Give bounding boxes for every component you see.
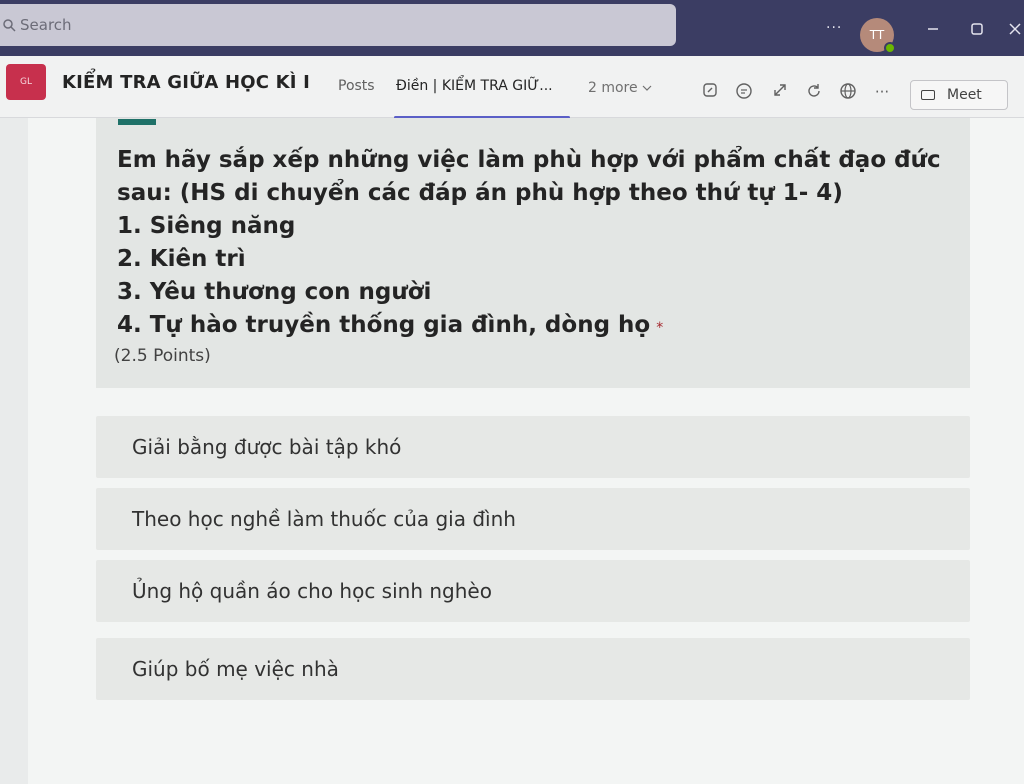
meet-button[interactable]: Meet (910, 80, 1008, 110)
more-options-button[interactable]: ··· (826, 20, 842, 36)
more-actions-button[interactable]: ··· (872, 82, 892, 102)
team-title: KIỂM TRA GIỮA HỌC KÌ I (62, 72, 311, 93)
refresh-icon[interactable] (804, 82, 824, 102)
title-bar: Search ··· TT (0, 0, 1024, 56)
chevron-down-icon (642, 85, 652, 91)
search-input[interactable]: Search (0, 4, 676, 46)
question-text: Em hãy sắp xếp những việc làm phù hợp vớ… (117, 144, 941, 345)
search-placeholder: Search (20, 16, 72, 34)
question-points: (2.5 Points) (114, 346, 211, 366)
conversation-icon[interactable] (734, 82, 754, 102)
question-line: 2. Kiên trì (117, 246, 246, 272)
video-camera-icon (921, 90, 935, 100)
question-line: sau: (HS di chuyển các đáp án phù hợp th… (117, 180, 843, 206)
more-tabs-label: 2 more (588, 80, 638, 96)
tab-more[interactable]: 2 more (588, 80, 652, 96)
close-icon (1009, 23, 1021, 35)
ranking-option[interactable]: Ủng hộ quần áo cho học sinh nghèo (96, 560, 970, 622)
minimize-button[interactable] (922, 22, 944, 42)
question-accent-bar (118, 119, 156, 125)
meet-label: Meet (947, 87, 982, 103)
option-label: Ủng hộ quần áo cho học sinh nghèo (132, 579, 492, 603)
ranking-option[interactable]: Giúp bố mẹ việc nhà (96, 638, 970, 700)
presence-status-icon (884, 42, 896, 54)
question-line: 3. Yêu thương con người (117, 279, 432, 305)
ranking-option[interactable]: Theo học nghề làm thuốc của gia đình (96, 488, 970, 550)
team-avatar[interactable]: GL (6, 64, 46, 100)
option-label: Giúp bố mẹ việc nhà (132, 657, 339, 681)
close-button[interactable] (1004, 22, 1024, 42)
required-mark: * (656, 320, 664, 336)
question-line: 4. Tự hào truyền thống gia đình, dòng họ (117, 312, 651, 338)
maximize-button[interactable] (966, 22, 988, 42)
globe-icon[interactable] (838, 82, 858, 102)
question-line: 1. Siêng năng (117, 213, 296, 239)
avatar-initials: TT (869, 28, 885, 42)
tab-posts[interactable]: Posts (338, 78, 375, 94)
avatar[interactable]: TT (860, 18, 896, 54)
channel-header: GL KIỂM TRA GIỮA HỌC KÌ I Posts Điền | K… (0, 56, 1024, 119)
minimize-icon (928, 28, 938, 30)
question-line: Em hãy sắp xếp những việc làm phù hợp vớ… (117, 147, 941, 173)
popout-icon[interactable] (700, 82, 720, 102)
option-label: Theo học nghề làm thuốc của gia đình (132, 507, 516, 531)
tab-form[interactable]: Điền | KIỂM TRA GIỮ... (396, 78, 553, 94)
search-icon (3, 19, 16, 32)
option-label: Giải bằng được bài tập khó (132, 435, 402, 459)
maximize-icon (971, 23, 983, 35)
question-line-last: 4. Tự hào truyền thống gia đình, dòng họ… (117, 309, 937, 345)
expand-icon[interactable] (770, 82, 790, 102)
ranking-option[interactable]: Giải bằng được bài tập khó (96, 416, 970, 478)
